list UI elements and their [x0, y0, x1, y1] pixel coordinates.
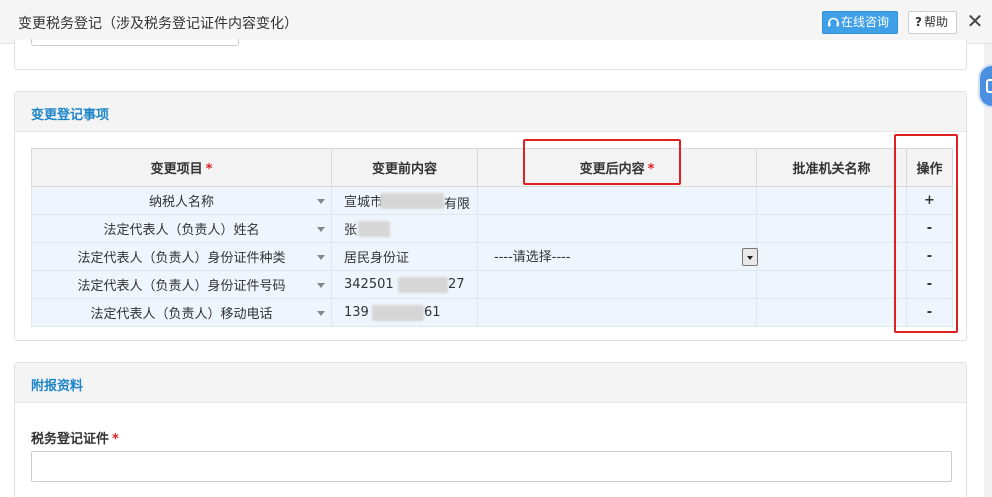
after-value-input[interactable]: [477, 214, 757, 243]
table-row: 纳税人名称 宣城市 有限 +: [31, 186, 953, 215]
help-button[interactable]: ? 帮助: [908, 11, 957, 34]
table-row: 法定代表人（负责人）身份证件种类 居民身份证 ----请选择---- -: [31, 242, 953, 271]
item-select[interactable]: 纳税人名称: [31, 186, 332, 215]
chevron-down-icon: [317, 255, 325, 260]
col-header-authority: 批准机关名称: [756, 148, 907, 187]
table-row: 法定代表人（负责人）身份证件号码 342501 27 -: [31, 270, 953, 299]
chevron-down-icon: [317, 227, 325, 232]
redacted-text: [372, 305, 424, 321]
window-icon: [986, 79, 992, 93]
redacted-text: [398, 277, 448, 293]
tax-certificate-label: 税务登记证件 *: [31, 432, 119, 447]
before-value: 张: [331, 214, 478, 243]
change-items-table: 变更项目 * 变更前内容 变更后内容 * 批准机关名称 操作 纳税人名称 宣城市 有限…: [31, 148, 953, 327]
change-items-panel: 变更登记事项 变更项目 * 变更前内容 变更后内容 * 批准机关名称 操作 纳税人名…: [14, 91, 967, 341]
chevron-down-icon: [317, 199, 325, 204]
chevron-down-icon[interactable]: [742, 248, 758, 266]
help-label: 帮助: [923, 15, 948, 29]
col-header-item: 变更项目 *: [31, 148, 332, 187]
dialog-title: 变更税务登记（涉及税务登记证件内容变化）: [18, 16, 298, 32]
item-select[interactable]: 法定代表人（负责人）姓名: [31, 214, 332, 243]
authority-input[interactable]: [756, 298, 907, 327]
change-items-header: 变更登记事项: [15, 92, 966, 132]
floating-side-button[interactable]: [978, 64, 992, 108]
after-value-input[interactable]: [477, 270, 757, 299]
before-value: 139 61: [331, 298, 478, 327]
authority-input[interactable]: [756, 186, 907, 215]
previous-section-panel: [14, 39, 967, 70]
authority-input[interactable]: [756, 242, 907, 271]
col-header-before: 变更前内容: [331, 148, 478, 187]
change-items-title: 变更登记事项: [31, 108, 110, 123]
before-value: 宣城市 有限: [331, 186, 478, 215]
table-row: 法定代表人（负责人）姓名 张 -: [31, 214, 953, 243]
attachments-panel: 附报资料 税务登记证件 *: [14, 362, 967, 497]
item-select[interactable]: 法定代表人（负责人）身份证件号码: [31, 270, 332, 299]
chevron-down-icon: [317, 311, 325, 316]
vertical-scrollbar[interactable]: [984, 44, 992, 497]
authority-input[interactable]: [756, 270, 907, 299]
online-consult-button[interactable]: 在线咨询: [822, 11, 898, 34]
authority-input[interactable]: [756, 214, 907, 243]
tax-certificate-input[interactable]: [31, 451, 952, 482]
after-value-input[interactable]: [477, 298, 757, 327]
attachments-header: 附报资料: [15, 363, 966, 403]
after-value-select[interactable]: ----请选择----: [494, 248, 758, 268]
item-select[interactable]: 法定代表人（负责人）移动电话: [31, 298, 332, 327]
highlight-after-header: [523, 139, 681, 185]
redacted-text: [380, 193, 444, 209]
question-icon: ?: [915, 15, 922, 29]
highlight-op-column: [894, 134, 958, 333]
attachments-title: 附报资料: [31, 379, 84, 394]
before-value: 居民身份证: [331, 242, 478, 271]
table-row: 法定代表人（负责人）移动电话 139 61 -: [31, 298, 953, 327]
headset-icon: [828, 17, 839, 27]
chevron-down-icon: [317, 283, 325, 288]
dialog-titlebar: 变更税务登记（涉及税务登记证件内容变化） 在线咨询 ? 帮助 ✕: [0, 0, 992, 44]
previous-section-field[interactable]: [31, 39, 239, 46]
online-consult-label: 在线咨询: [841, 15, 890, 29]
redacted-text: [358, 221, 390, 237]
close-icon[interactable]: ✕: [966, 11, 984, 32]
before-value: 342501 27: [331, 270, 478, 299]
after-value-input[interactable]: [477, 186, 757, 215]
after-value-cell: ----请选择----: [477, 242, 758, 271]
item-select[interactable]: 法定代表人（负责人）身份证件种类: [31, 242, 332, 271]
